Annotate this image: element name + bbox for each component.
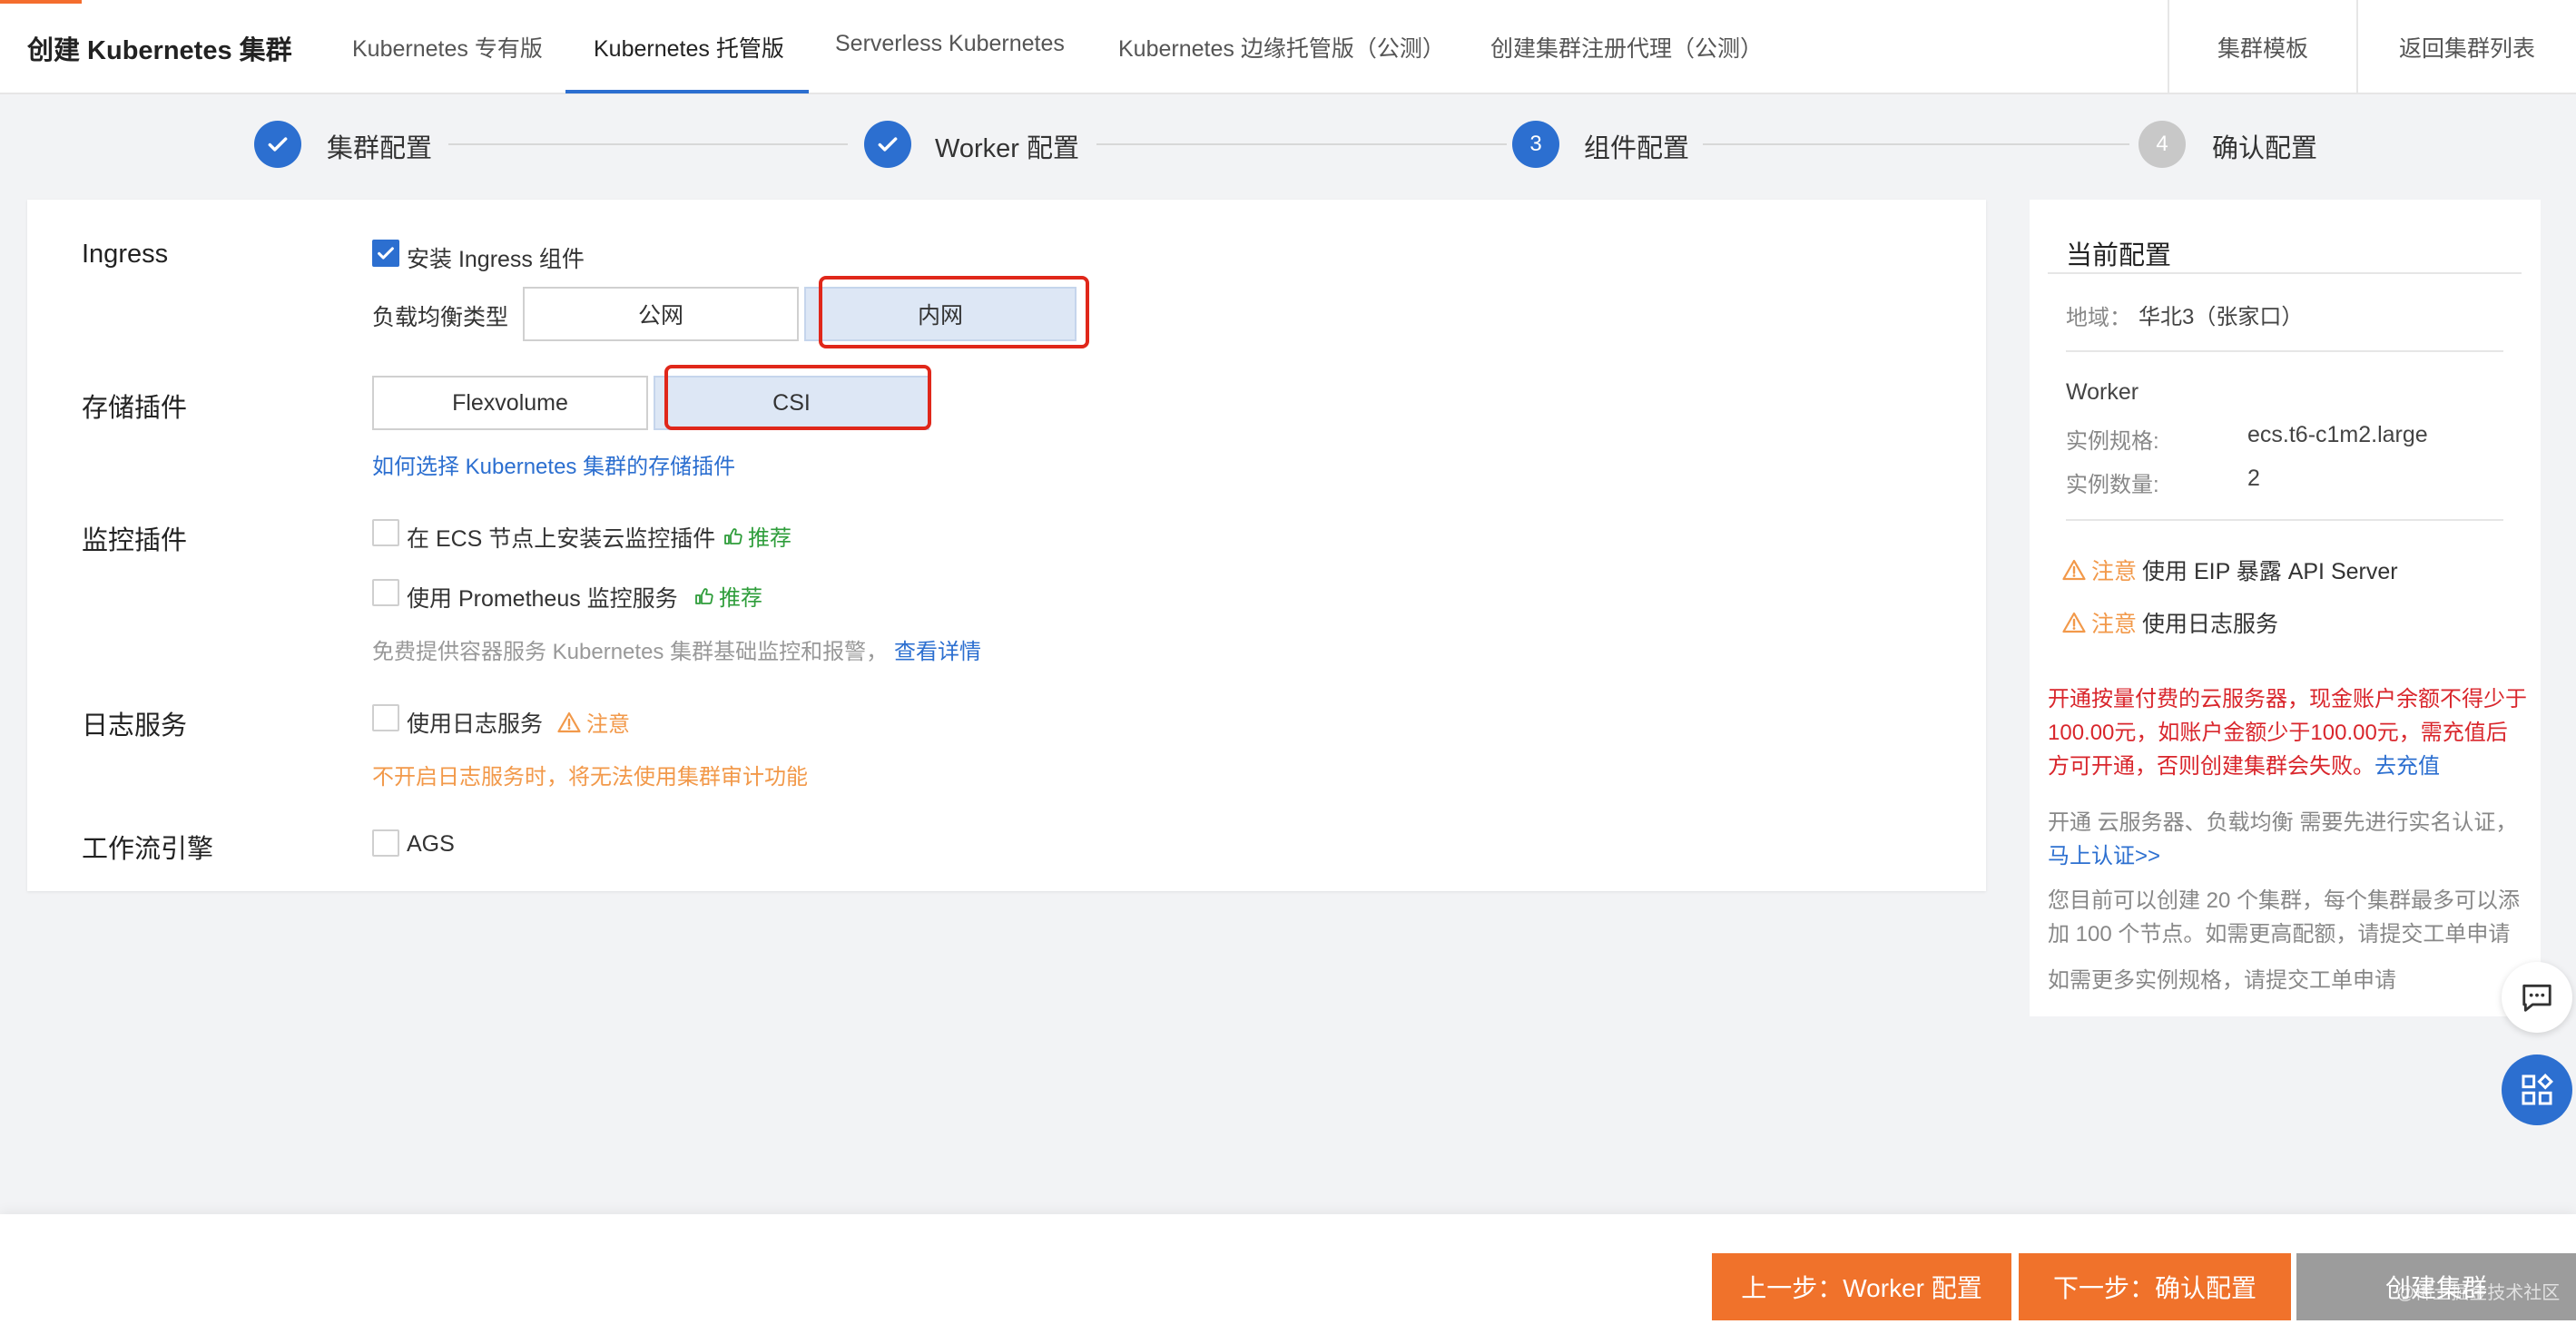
balance-warning: 开通按量付费的云服务器，现金账户余额不得少于100.00元，如账户金额少于100… [2048,687,2527,779]
install-ingress-label: 安装 Ingress 组件 [407,247,585,272]
ingress-section-label: Ingress [82,240,169,269]
more-spec-notice: 如需更多实例规格，请提交工单申请 [2048,968,2396,993]
step-3-number: 3 [1512,121,1559,168]
step-2-label: Worker 配置 [935,134,1079,163]
region-value: 华北3（张家口） [2138,305,2304,329]
worker-title: Worker [2066,379,2139,405]
eip-notice: 注意 使用 EIP 暴露 API Server [2062,554,2398,586]
warning-icon [2062,559,2086,581]
tab-edge[interactable]: Kubernetes 边缘托管版（公测） [1118,31,1445,64]
region-label: 地域： [2066,306,2131,330]
instance-count-label: 实例数量: [2066,473,2159,497]
auth-notice: 开通 云服务器、负载均衡 需要先进行实名认证， 马上认证>> [2048,810,2518,868]
auth-link[interactable]: 马上认证>> [2048,844,2160,868]
storage-help-link[interactable]: 如何选择 Kubernetes 集群的存储插件 [372,448,735,480]
step-2-check-icon [864,121,911,168]
side-panel-title: 当前配置 [2066,241,2172,270]
monitor-hint: 免费提供容器服务 Kubernetes 集群基础监控和报警， [372,640,889,664]
monitor-detail-link[interactable]: 查看详情 [894,633,981,665]
log-warning-text: 不开启日志服务时，将无法使用集群审计功能 [372,765,808,790]
prev-step-button[interactable]: 上一步：Worker 配置 [1712,1253,2011,1320]
thumbs-up-icon [724,527,742,544]
component-config-card: Ingress 安装 Ingress 组件 负载均衡类型 公网 内网 存储插件 … [27,200,1986,891]
apps-grid-icon [2522,1074,2553,1105]
prometheus-recommend: 推荐 [693,580,762,612]
ecs-monitor-recommend: 推荐 [723,520,791,552]
divider [2066,519,2503,521]
prometheus-checkbox[interactable] [372,579,399,606]
ags-checkbox[interactable] [372,829,399,857]
step-connector [1703,143,2129,145]
divider [2048,272,2522,274]
lb-public-option[interactable]: 公网 [523,287,799,341]
ecs-monitor-label: 在 ECS 节点上安装云监控插件 [407,526,716,552]
current-config-panel: 当前配置 地域： 华北3（张家口） Worker 实例规格: ecs.t6-c1… [2030,200,2541,1016]
step-1-label: 集群配置 [327,134,433,163]
storage-section-label: 存储插件 [82,394,188,423]
step-4-number: 4 [2138,121,2186,168]
back-to-list-button[interactable]: 返回集群列表 [2356,0,2576,94]
tab-managed[interactable]: Kubernetes 托管版 [594,31,784,64]
apps-button[interactable] [2502,1054,2572,1125]
thumbs-up-icon [695,587,713,604]
chat-feedback-button[interactable] [2502,962,2572,1033]
ecs-monitor-checkbox[interactable] [372,519,399,546]
install-ingress-checkbox[interactable] [372,240,399,267]
highlight-box [819,276,1089,348]
watermark: @稀土掘金技术社区 [2396,1283,2561,1303]
log-service-checkbox[interactable] [372,704,399,731]
tab-dedicated[interactable]: Kubernetes 专有版 [352,31,543,64]
next-step-button[interactable]: 下一步：确认配置 [2019,1253,2291,1320]
quota-notice: 您目前可以创建 20 个集群，每个集群最多可以添加 100 个节点。如需更高配额… [2048,888,2521,947]
step-4-label: 确认配置 [2212,134,2318,163]
log-section-label: 日志服务 [82,711,188,741]
step-1-check-icon [254,121,301,168]
lb-type-label: 负载均衡类型 [372,305,509,330]
brand-accent-bar [0,0,82,4]
divider [2066,350,2503,352]
tab-register-agent[interactable]: 创建集群注册代理（公测） [1490,31,1763,64]
step-connector [448,143,848,145]
tab-serverless[interactable]: Serverless Kubernetes [835,31,1065,57]
recharge-link[interactable]: 去充值 [2374,754,2440,779]
instance-spec-value: ecs.t6-c1m2.large [2247,422,2428,447]
log-service-label: 使用日志服务 [407,711,544,737]
active-tab-indicator [565,90,809,93]
ags-label: AGS [407,831,455,857]
top-nav-bar: 创建 Kubernetes 集群 Kubernetes 专有版 Kubernet… [0,0,2576,94]
page-title: 创建 Kubernetes 集群 [27,36,292,65]
cluster-template-button[interactable]: 集群模板 [2168,0,2356,94]
chat-icon [2522,984,2551,1012]
highlight-box [664,365,931,430]
instance-spec-label: 实例规格: [2066,429,2159,454]
workflow-section-label: 工作流引擎 [82,835,214,864]
warning-icon [557,711,581,732]
log-notice: 注意 [557,706,630,738]
warning-icon [2062,612,2086,633]
monitor-section-label: 监控插件 [82,526,188,555]
instance-count-value: 2 [2247,466,2260,491]
storage-flexvolume-option[interactable]: Flexvolume [372,376,648,430]
step-3-label: 组件配置 [1584,134,1690,163]
log-service-notice: 注意 使用日志服务 [2062,606,2278,639]
step-connector [1096,143,1507,145]
prometheus-label: 使用 Prometheus 监控服务 [407,586,678,612]
